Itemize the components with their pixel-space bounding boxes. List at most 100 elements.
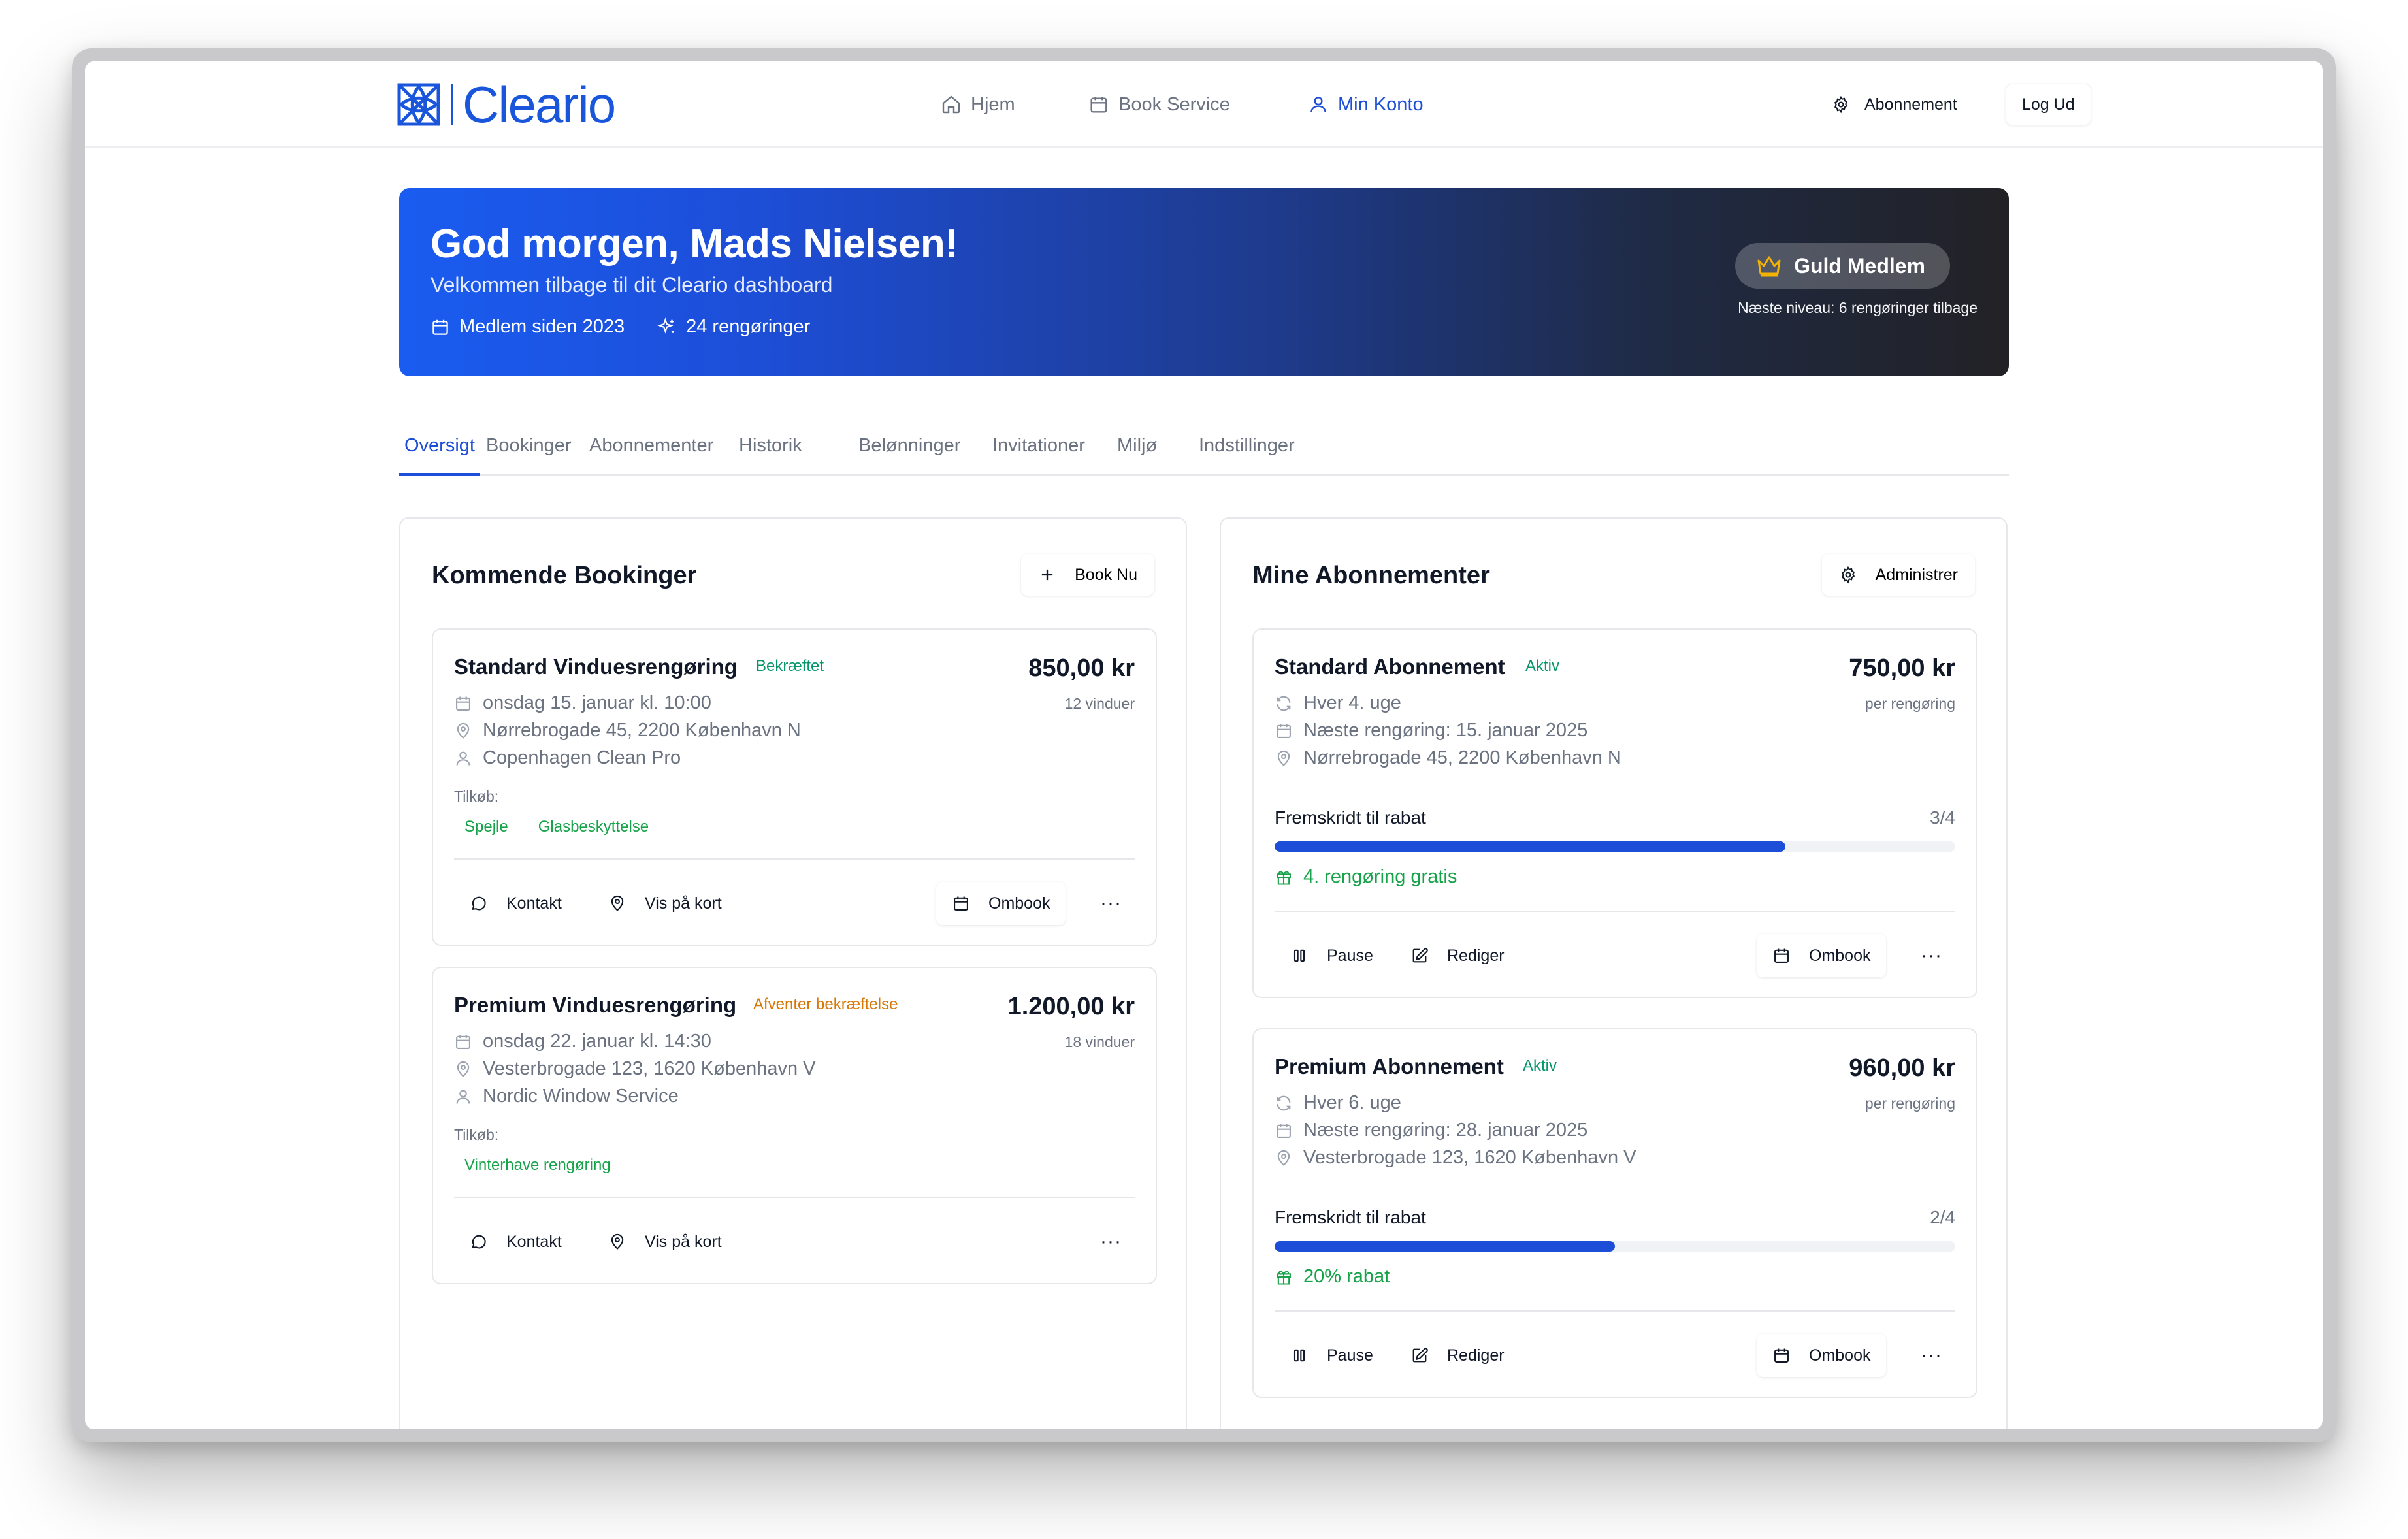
rebook-label: Ombook [1809, 946, 1871, 965]
reward-label: 4. rengøring gratis [1303, 866, 1457, 887]
addon-tag: Vinterhave rengøring [454, 1154, 621, 1177]
map-pin-icon [1277, 1150, 1290, 1166]
addon-tags: Vinterhave rengøring [454, 1154, 621, 1177]
subscription-button[interactable]: Abonnement [1816, 84, 1973, 125]
logout-button[interactable]: Log Ud [2006, 84, 2091, 125]
crown-icon [1757, 256, 1781, 277]
progress-fill [1275, 1241, 1615, 1252]
show-on-map-label: Vis på kort [645, 1232, 722, 1251]
price-unit: per rengøring [1864, 1095, 1955, 1112]
reward-text: 20% rabat [1275, 1266, 1390, 1288]
window-count: 12 vinduer [1064, 695, 1135, 712]
calendar-icon [1774, 948, 1789, 963]
show-on-map-button[interactable]: Vis på kort [593, 1220, 738, 1263]
booking-price: 1.200,00 kr [1007, 993, 1135, 1020]
edit-icon [1412, 1348, 1428, 1363]
tab-overview[interactable]: Oversigt [399, 427, 480, 476]
booking-title: Premium Vinduesrengøring [454, 993, 737, 1017]
booking-date-text: onsdag 15. januar kl. 10:00 [483, 692, 711, 713]
more-options-button[interactable]: ··· [1908, 1334, 1955, 1377]
panel-title: Mine Abonnementer [1252, 562, 1490, 589]
cleaning-count-text: 24 rengøringer [686, 316, 811, 337]
edit-button[interactable]: Rediger [1395, 934, 1520, 977]
rebook-button[interactable]: Ombook [1757, 1334, 1887, 1377]
more-icon: ··· [1100, 1231, 1122, 1252]
subscription-card: Standard Abonnement Aktiv 750,00 kr per … [1252, 628, 1977, 998]
subscription-label: Abonnement [1864, 95, 1957, 114]
next-cleaning-text: Næste rengøring: 15. januar 2025 [1303, 720, 1588, 741]
pause-button[interactable]: Pause [1275, 1334, 1389, 1377]
progress-fill [1275, 841, 1785, 852]
nav-link-my-account[interactable]: Min Konto [1308, 90, 1424, 119]
tab-rewards[interactable]: Belønninger [853, 427, 966, 476]
rebook-button[interactable]: Ombook [936, 882, 1066, 925]
member-since-text: Medlem siden 2023 [459, 316, 625, 337]
subscription-card: Premium Abonnement Aktiv 960,00 kr per r… [1252, 1028, 1977, 1398]
gift-icon [1277, 1271, 1291, 1285]
more-options-button[interactable]: ··· [1087, 882, 1135, 925]
plus-icon [1041, 569, 1053, 581]
card-divider [1275, 911, 1955, 912]
manage-button[interactable]: Administrer [1821, 554, 1975, 596]
greeting-title: God morgen, Mads Nielsen! [431, 221, 958, 267]
nav-link-book-service[interactable]: Book Service [1088, 90, 1230, 119]
booking-provider: Nordic Window Service [454, 1086, 679, 1107]
contact-button[interactable]: Kontakt [454, 1220, 578, 1263]
contact-label: Kontakt [506, 1232, 562, 1251]
addons-label: Tilkøb: [454, 788, 499, 805]
member-meta: Medlem siden 2023 24 rengøringer [431, 316, 810, 338]
cleaning-count: 24 rengøringer [657, 316, 810, 338]
booking-card: Premium Vinduesrengøring Afventer bekræf… [432, 967, 1157, 1284]
show-on-map-button[interactable]: Vis på kort [593, 882, 738, 925]
status-badge: Bekræftet [756, 657, 824, 675]
greeting-subtitle: Velkommen tilbage til dit Cleario dashbo… [431, 273, 833, 297]
welcome-banner: God morgen, Mads Nielsen! Velkommen tilb… [399, 188, 2009, 376]
more-options-button[interactable]: ··· [1908, 934, 1955, 977]
calendar-icon [1277, 1124, 1291, 1138]
pause-icon [1293, 949, 1305, 962]
contact-button[interactable]: Kontakt [454, 882, 578, 925]
booking-card: Standard Vinduesrengøring Bekræftet 850,… [432, 628, 1157, 946]
calendar-icon [432, 319, 448, 335]
booking-title: Standard Vinduesrengøring [454, 655, 738, 679]
tab-settings[interactable]: Indstillinger [1194, 427, 1300, 476]
subscription-address-text: Vesterbrogade 123, 1620 København V [1303, 1147, 1636, 1168]
tab-invitations[interactable]: Invitationer [987, 427, 1090, 476]
pause-icon [1293, 1349, 1305, 1362]
pause-button[interactable]: Pause [1275, 934, 1389, 977]
tab-subscriptions[interactable]: Abonnementer [584, 427, 719, 476]
addon-tags: Spejle Glasbeskyttelse [454, 815, 660, 839]
repeat-icon [1277, 1095, 1291, 1110]
message-icon [472, 1235, 486, 1249]
booking-address-text: Vesterbrogade 123, 1620 København V [483, 1058, 816, 1079]
tab-history[interactable]: Historik [734, 427, 807, 476]
subscription-actions: Pause Rediger Ombook ··· [1275, 1334, 1955, 1377]
next-level-text: Næste niveau: 6 rengøringer tilbage [1738, 299, 1977, 316]
edit-button[interactable]: Rediger [1395, 1334, 1520, 1377]
frequency-text: Hver 6. uge [1303, 1092, 1401, 1113]
user-icon [1310, 97, 1326, 113]
tab-environment[interactable]: Miljø [1112, 427, 1162, 476]
rebook-button[interactable]: Ombook [1757, 934, 1887, 977]
progress-bar [1275, 1241, 1955, 1252]
tab-bookings[interactable]: Bookinger [481, 427, 577, 476]
subscription-address-text: Nørrebrogade 45, 2200 København N [1303, 747, 1621, 768]
calendar-icon [1277, 724, 1291, 738]
panel-title: Kommende Bookinger [432, 562, 697, 589]
booking-actions: Kontakt Vis på kort ··· [454, 1220, 1135, 1263]
next-cleaning-text: Næste rengøring: 28. januar 2025 [1303, 1120, 1588, 1141]
contact-label: Kontakt [506, 894, 562, 913]
rebook-label: Ombook [988, 894, 1050, 913]
calendar-icon [1090, 97, 1107, 113]
more-options-button[interactable]: ··· [1087, 1220, 1135, 1263]
more-icon: ··· [1100, 892, 1122, 914]
show-on-map-label: Vis på kort [645, 894, 722, 913]
tier-badge-label: Guld Medlem [1794, 253, 1925, 278]
booking-provider-text: Nordic Window Service [483, 1086, 679, 1107]
next-cleaning: Næste rengøring: 28. januar 2025 [1275, 1120, 1587, 1141]
nav-link-home[interactable]: Hjem [941, 90, 1015, 119]
map-pin-icon [611, 1233, 624, 1250]
book-now-button[interactable]: Book Nu [1021, 554, 1154, 596]
addon-tag: Spejle [454, 815, 519, 839]
upcoming-bookings-panel: Kommende Bookinger Book Nu Standard Vind… [399, 517, 1187, 1429]
